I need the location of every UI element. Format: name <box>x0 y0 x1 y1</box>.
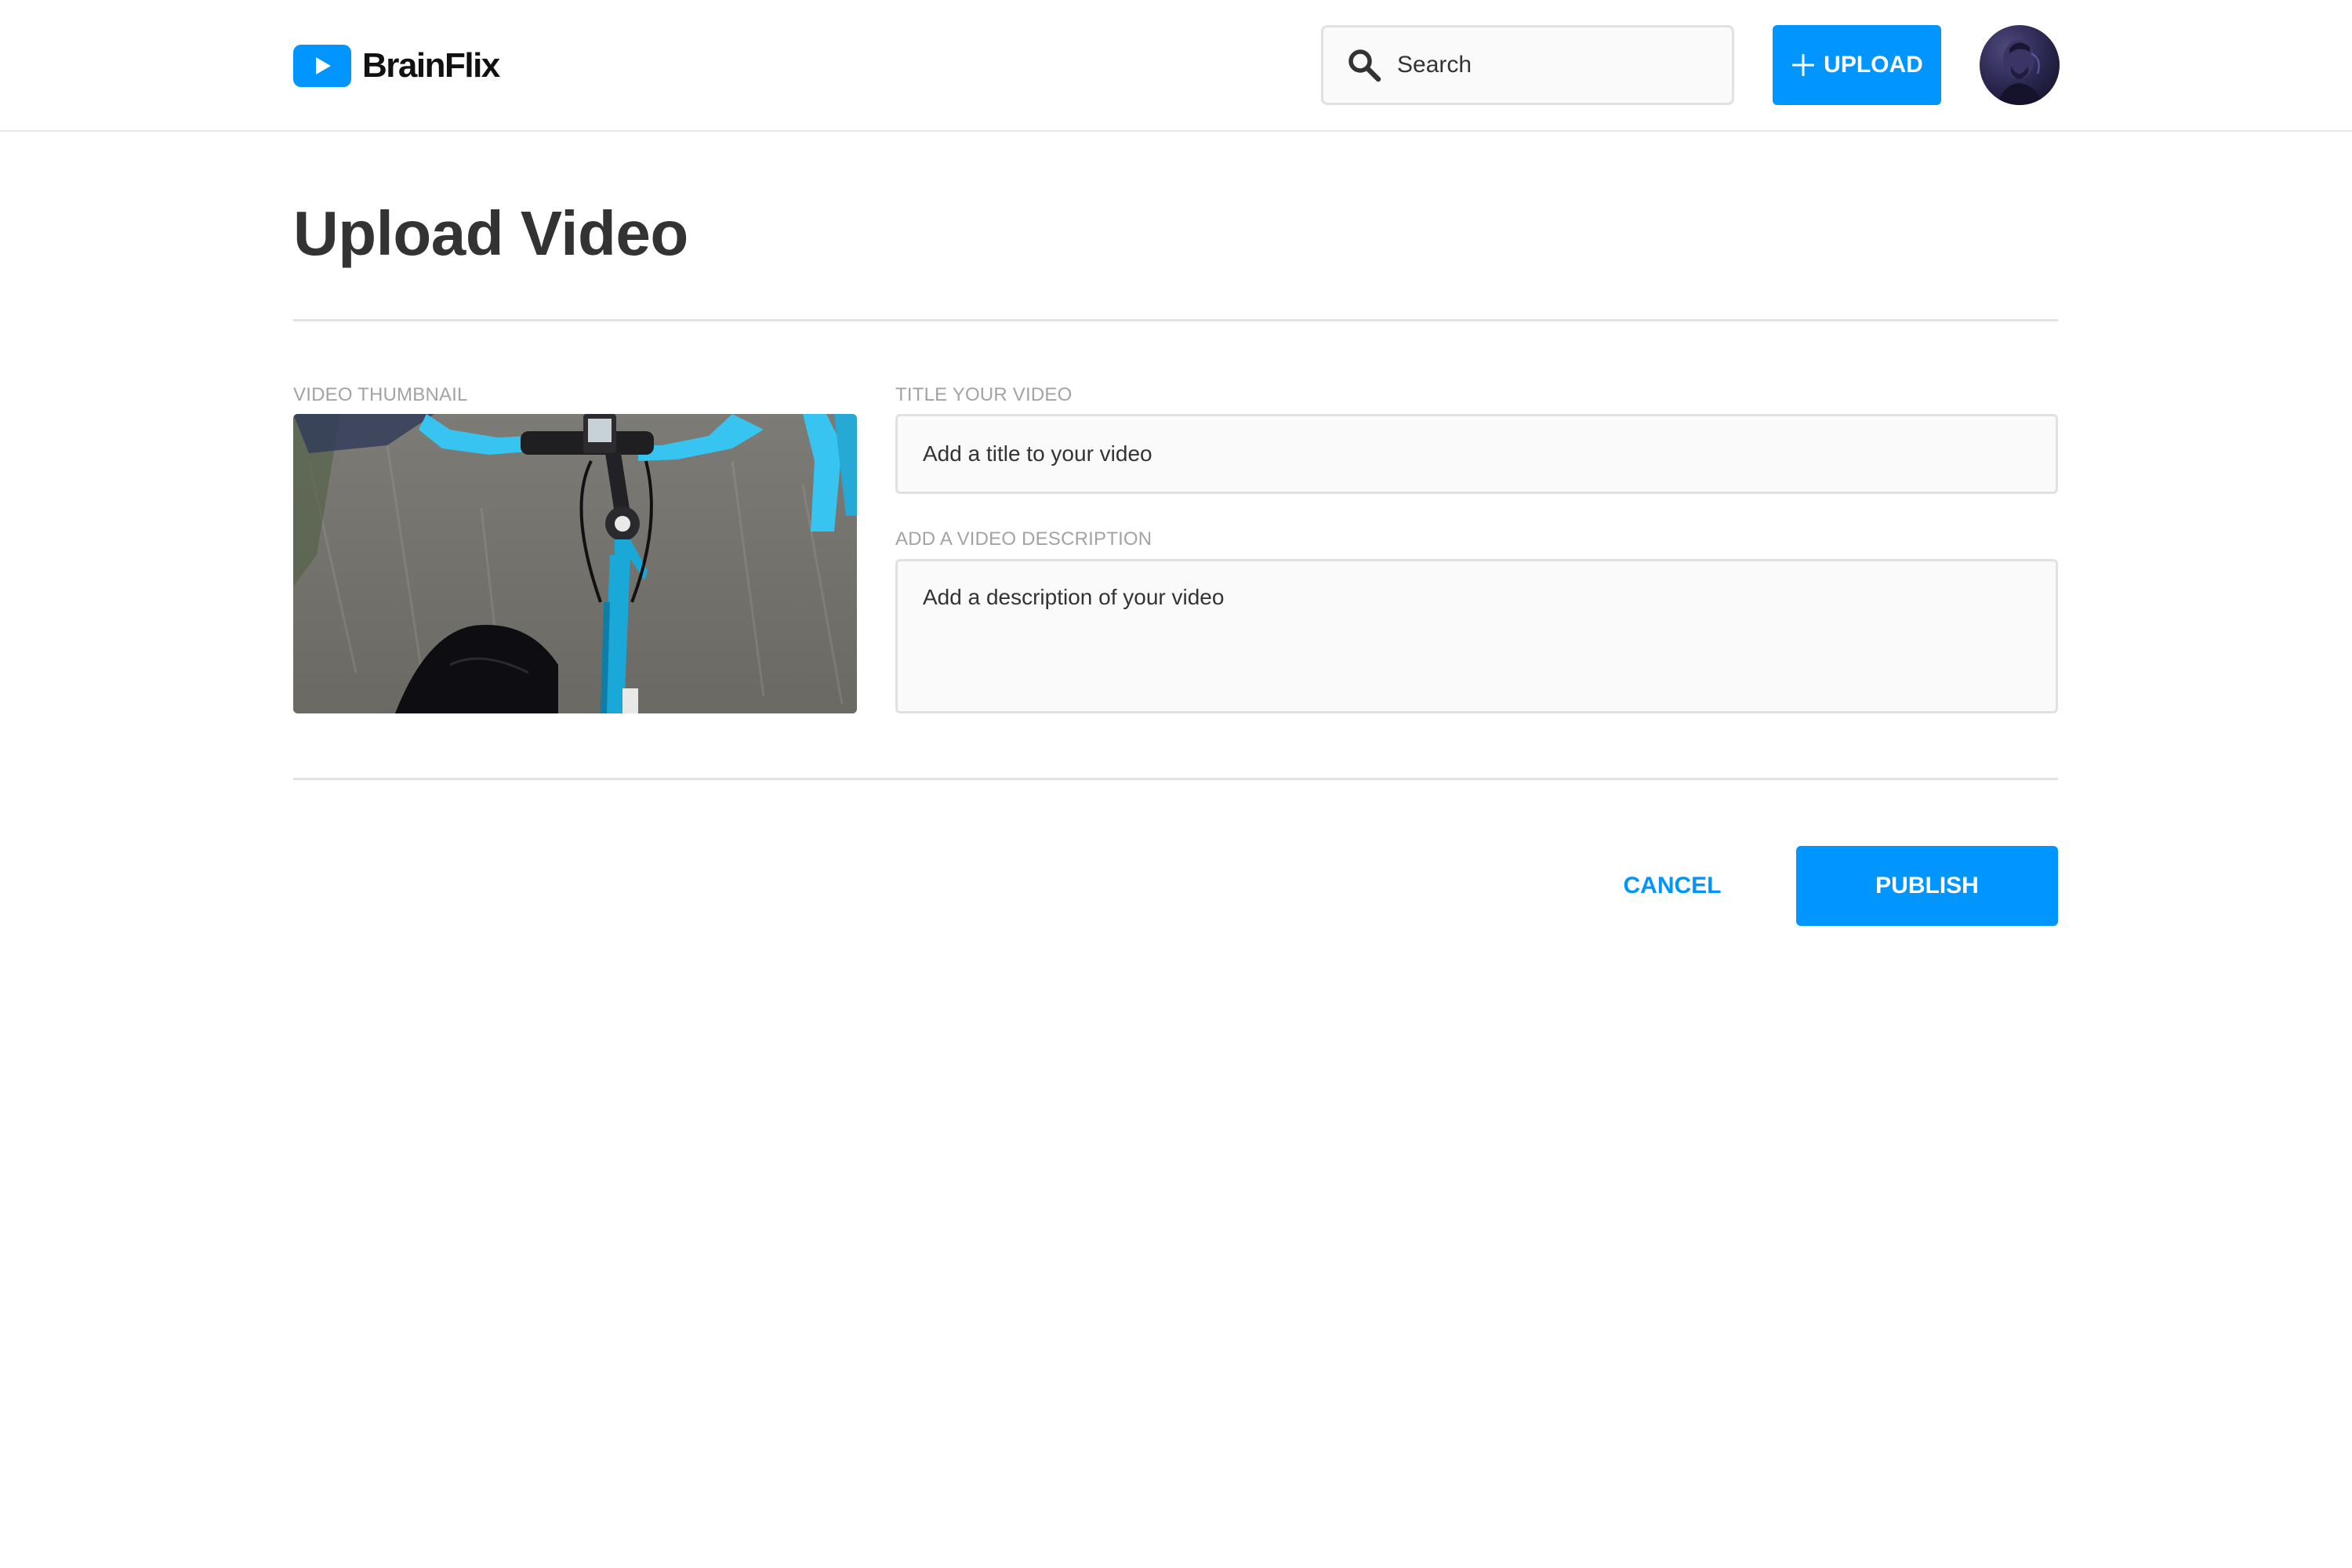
video-thumbnail <box>293 414 857 713</box>
publish-button[interactable]: PUBLISH <box>1796 846 2058 926</box>
divider <box>293 319 2058 321</box>
search-box[interactable] <box>1321 25 1734 105</box>
description-label: ADD A VIDEO DESCRIPTION <box>895 528 1152 550</box>
play-icon <box>293 45 351 87</box>
video-thumbnail-label: VIDEO THUMBNAIL <box>293 384 468 405</box>
title-label: TITLE YOUR VIDEO <box>895 384 1073 405</box>
header: BrainFlix UPLOAD <box>0 0 2352 132</box>
plus-icon <box>1792 54 1815 76</box>
upload-button-label: UPLOAD <box>1824 52 1923 78</box>
search-input[interactable] <box>1396 51 1725 79</box>
user-avatar-icon[interactable] <box>1980 25 2060 105</box>
description-input[interactable] <box>895 559 2058 713</box>
upload-button[interactable]: UPLOAD <box>1773 25 1941 105</box>
search-icon <box>1348 49 1381 82</box>
brand-name: BrainFlix <box>362 46 500 85</box>
page-title: Upload Video <box>293 198 688 268</box>
divider <box>293 778 2058 780</box>
title-input[interactable] <box>895 414 2058 494</box>
brainflix-logo[interactable]: BrainFlix <box>293 42 500 89</box>
cancel-button[interactable]: CANCEL <box>1599 846 1745 926</box>
